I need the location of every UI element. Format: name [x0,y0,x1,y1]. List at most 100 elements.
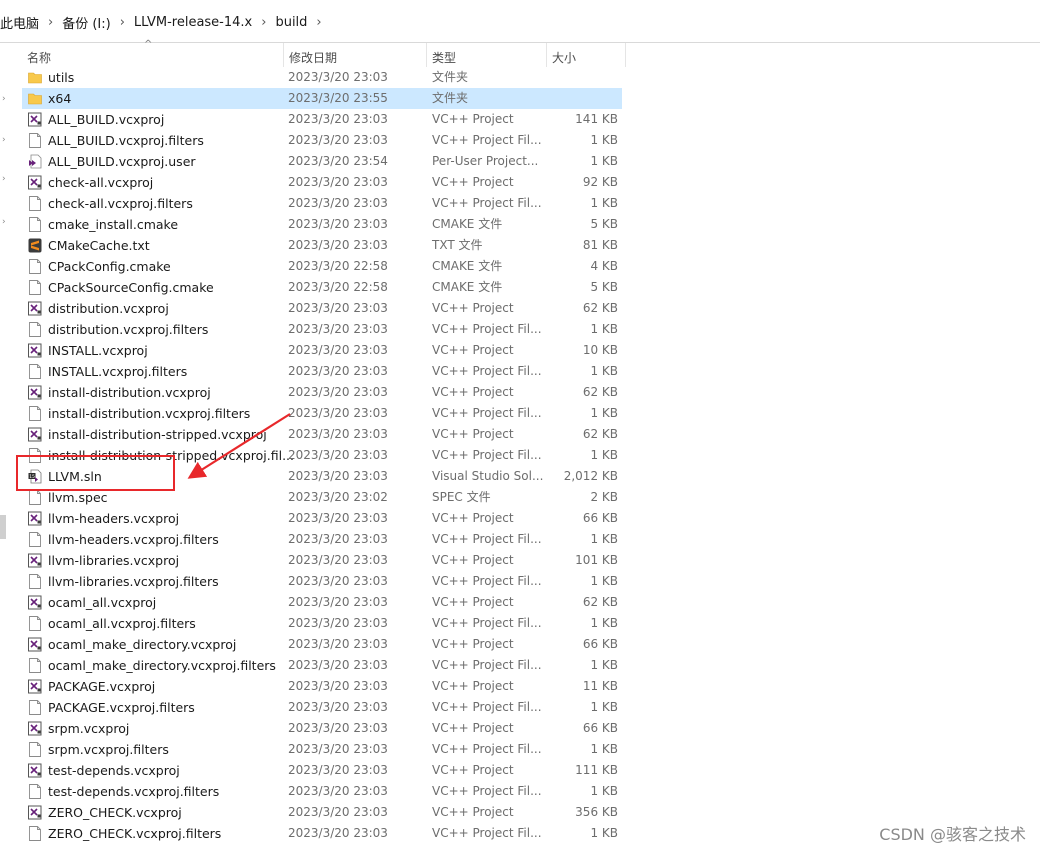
file-name: llvm-headers.vcxproj [48,511,180,526]
breadcrumb-separator-icon[interactable]: › [313,15,324,30]
file-row[interactable]: test-depends.vcxproj.filters 2023/3/20 23… [22,781,622,802]
file-name: check-all.vcxproj.filters [48,196,193,211]
file-row[interactable]: ZERO_CHECK.vcxproj.filters 2023/3/20 23:0… [22,823,622,844]
file-icon [29,700,41,715]
file-row[interactable]: ocaml_make_directory.vcxproj.filters 2023… [22,655,622,676]
breadcrumb-item[interactable]: 备份 (I:) [56,13,117,32]
file-size: 10 KB [582,343,618,357]
file-type: VC++ Project Fil... [432,700,542,714]
file-row[interactable]: CPackSourceConfig.cmake 2023/3/20 22:58 CM… [22,277,622,298]
file-type: VC++ Project Fil... [432,532,542,546]
file-size: 5 KB [590,217,618,231]
file-row[interactable]: ocaml_all.vcxproj.filters 2023/3/20 23:03… [22,613,622,634]
file-type: VC++ Project [432,175,514,189]
file-icon [29,490,41,505]
file-row[interactable]: llvm-libraries.vcxproj 2023/3/20 23:03 VC+… [22,550,622,571]
file-row[interactable]: CMakeCache.txt 2023/3/20 23:03 TXT 文件 81 KB [22,235,622,256]
breadcrumb-separator-icon[interactable]: › [117,15,128,30]
file-row[interactable]: ALL_BUILD.vcxproj.user 2023/3/20 23:54 Per… [22,151,622,172]
file-name: ocaml_make_directory.vcxproj.filters [48,658,276,673]
file-row[interactable]: llvm-headers.vcxproj 2023/3/20 23:03 VC++ … [22,508,622,529]
file-date: 2023/3/20 23:03 [288,364,388,378]
file-date: 2023/3/20 23:54 [288,154,388,168]
file-row[interactable]: install-distribution.vcxproj.filters 2023… [22,403,622,424]
file-type: VC++ Project Fil... [432,742,542,756]
expand-arrow-icon[interactable]: › [2,175,10,184]
column-header-name[interactable]: 名称 [22,43,282,67]
breadcrumb-item[interactable]: 此电脑 [0,13,45,32]
file-date: 2023/3/20 23:03 [288,553,388,567]
file-row[interactable]: INSTALL.vcxproj.filters 2023/3/20 23:03 VC… [22,361,622,382]
file-row[interactable]: utils 2023/3/20 23:03 文件夹 [22,67,622,88]
file-row[interactable]: test-depends.vcxproj 2023/3/20 23:03 VC++ … [22,760,622,781]
file-row[interactable]: llvm-headers.vcxproj.filters 2023/3/20 23… [22,529,622,550]
file-date: 2023/3/20 23:03 [288,133,388,147]
file-date: 2023/3/20 23:03 [288,805,388,819]
scrollbar-thumb[interactable] [0,515,6,539]
breadcrumb-item[interactable]: build [269,15,313,30]
file-row[interactable]: ALL_BUILD.vcxproj 2023/3/20 23:03 VC++ Pro… [22,109,622,130]
file-row[interactable]: install-distribution.vcxproj 2023/3/20 23… [22,382,622,403]
file-icon [29,217,41,232]
file-size: 1 KB [590,133,618,147]
file-type: CMAKE 文件 [432,217,503,231]
file-row[interactable]: INSTALL.vcxproj 2023/3/20 23:03 VC++ Proje… [22,340,622,361]
file-row[interactable]: PACKAGE.vcxproj 2023/3/20 23:03 VC++ Proje… [22,676,622,697]
file-date: 2023/3/20 23:03 [288,238,388,252]
file-row[interactable]: ALL_BUILD.vcxproj.filters 2023/3/20 23:03… [22,130,622,151]
expand-arrow-icon[interactable]: › [2,95,10,104]
file-type: VC++ Project [432,721,514,735]
file-type: VC++ Project [432,763,514,777]
file-name: distribution.vcxproj [48,301,169,316]
file-row[interactable]: ZERO_CHECK.vcxproj 2023/3/20 23:03 VC++ Pr… [22,802,622,823]
file-type: VC++ Project [432,805,514,819]
file-row[interactable]: ocaml_make_directory.vcxproj 2023/3/20 23… [22,634,622,655]
breadcrumb-separator-icon[interactable]: › [258,15,269,30]
file-row[interactable]: distribution.vcxproj 2023/3/20 23:03 VC++ … [22,298,622,319]
file-type: VC++ Project [432,595,514,609]
vs-user-icon [29,154,42,169]
file-date: 2023/3/20 23:03 [288,742,388,756]
file-size: 1 KB [590,532,618,546]
column-header-date[interactable]: 修改日期 [283,43,423,67]
file-row[interactable]: check-all.vcxproj 2023/3/20 23:03 VC++ Pro… [22,172,622,193]
file-icon [29,826,41,841]
file-type: VC++ Project [432,679,514,693]
file-type: CMAKE 文件 [432,280,503,294]
file-row[interactable]: x64 2023/3/20 23:55 文件夹 [22,88,622,109]
file-row[interactable]: srpm.vcxproj 2023/3/20 23:03 VC++ Project 6… [22,718,622,739]
file-date: 2023/3/20 23:03 [288,511,388,525]
file-icon [29,616,41,631]
file-name: PACKAGE.vcxproj [48,679,156,694]
file-name: INSTALL.vcxproj.filters [48,364,188,379]
file-row[interactable]: distribution.vcxproj.filters 2023/3/20 23… [22,319,622,340]
file-row[interactable]: install-distribution-stripped.vcxproj 202… [22,424,622,445]
file-row[interactable]: check-all.vcxproj.filters 2023/3/20 23:03… [22,193,622,214]
file-row[interactable]: llvm-libraries.vcxproj.filters 2023/3/20 … [22,571,622,592]
file-type: VC++ Project Fil... [432,406,542,420]
file-row[interactable]: CPackConfig.cmake 2023/3/20 22:58 CMAKE 文件… [22,256,622,277]
column-header-type[interactable]: 类型 [426,43,544,67]
file-name: test-depends.vcxproj [48,763,180,778]
breadcrumb-separator-icon[interactable]: › [45,15,56,30]
expand-arrow-icon[interactable]: › [2,218,10,227]
file-row[interactable]: PACKAGE.vcxproj.filters 2023/3/20 23:03 VC… [22,697,622,718]
file-date: 2023/3/20 23:03 [288,784,388,798]
file-name: srpm.vcxproj.filters [48,742,169,757]
expand-arrow-icon[interactable]: › [2,136,10,145]
file-date: 2023/3/20 22:58 [288,259,388,273]
file-row[interactable]: ocaml_all.vcxproj 2023/3/20 23:03 VC++ Pro… [22,592,622,613]
file-icon [29,742,41,757]
file-icon [29,280,41,295]
file-row[interactable]: srpm.vcxproj.filters 2023/3/20 23:03 VC++ … [22,739,622,760]
column-header-size[interactable]: 大小 [546,43,626,67]
vcxproj-icon [28,679,42,694]
breadcrumb-item[interactable]: LLVM-release-14.x [128,15,258,30]
file-size: 1 KB [590,448,618,462]
file-size: 92 KB [582,175,618,189]
address-bar[interactable]: 此电脑 › 备份 (I:) › LLVM-release-14.x › build › [0,0,1040,43]
file-row[interactable]: cmake_install.cmake 2023/3/20 23:03 CMAKE … [22,214,622,235]
file-type: VC++ Project [432,343,514,357]
vcxproj-icon [28,427,42,442]
file-icon [29,364,41,379]
